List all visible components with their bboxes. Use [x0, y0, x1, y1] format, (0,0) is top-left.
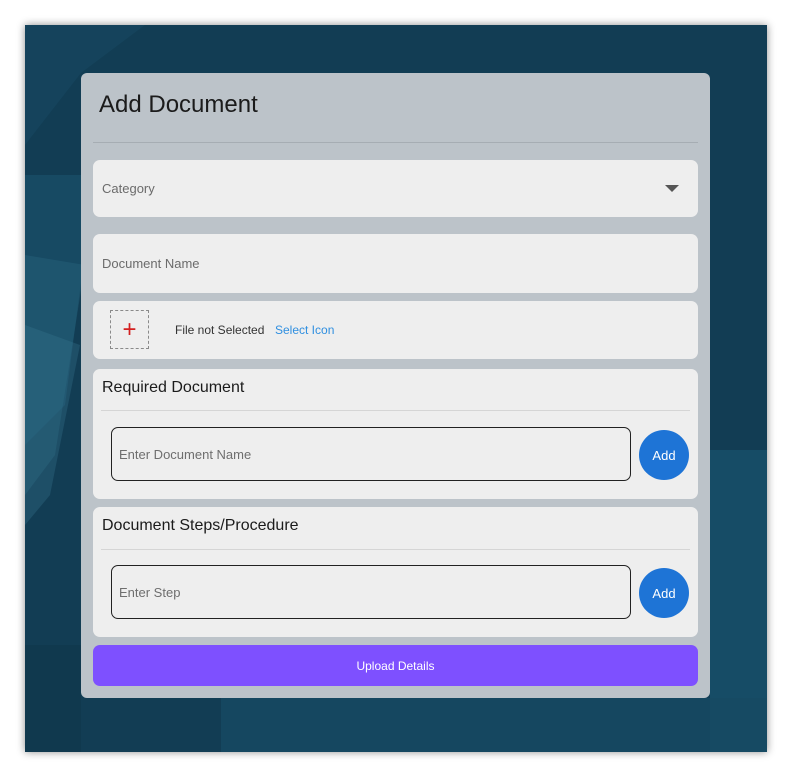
file-status-text: File not Selected — [175, 323, 265, 337]
step-input[interactable] — [111, 565, 631, 619]
dialog-title: Add Document — [99, 91, 258, 118]
document-steps-section: Document Steps/Procedure Add — [93, 507, 698, 637]
title-divider — [93, 142, 698, 143]
plus-icon: + — [122, 315, 137, 343]
section-divider — [101, 410, 690, 411]
document-name-placeholder: Document Name — [102, 256, 200, 271]
required-document-title: Required Document — [102, 379, 245, 396]
required-document-section: Required Document Add — [93, 369, 698, 499]
add-icon-button[interactable]: + — [110, 310, 149, 349]
select-icon-link[interactable]: Select Icon — [275, 323, 334, 337]
document-name-input[interactable] — [111, 427, 631, 481]
document-name-field[interactable]: Document Name — [93, 234, 698, 293]
document-steps-title: Document Steps/Procedure — [102, 517, 299, 534]
icon-picker: + File not Selected Select Icon — [93, 301, 698, 359]
upload-details-button[interactable]: Upload Details — [93, 645, 698, 686]
category-placeholder: Category — [102, 181, 155, 196]
add-document-button[interactable]: Add — [639, 430, 689, 480]
chevron-down-icon[interactable] — [665, 185, 679, 192]
app-background: Add Document Category Document Name + Fi… — [25, 25, 767, 752]
section-divider — [101, 549, 690, 550]
add-document-dialog: Add Document Category Document Name + Fi… — [81, 73, 710, 698]
category-select[interactable]: Category — [93, 160, 698, 217]
add-step-button[interactable]: Add — [639, 568, 689, 618]
